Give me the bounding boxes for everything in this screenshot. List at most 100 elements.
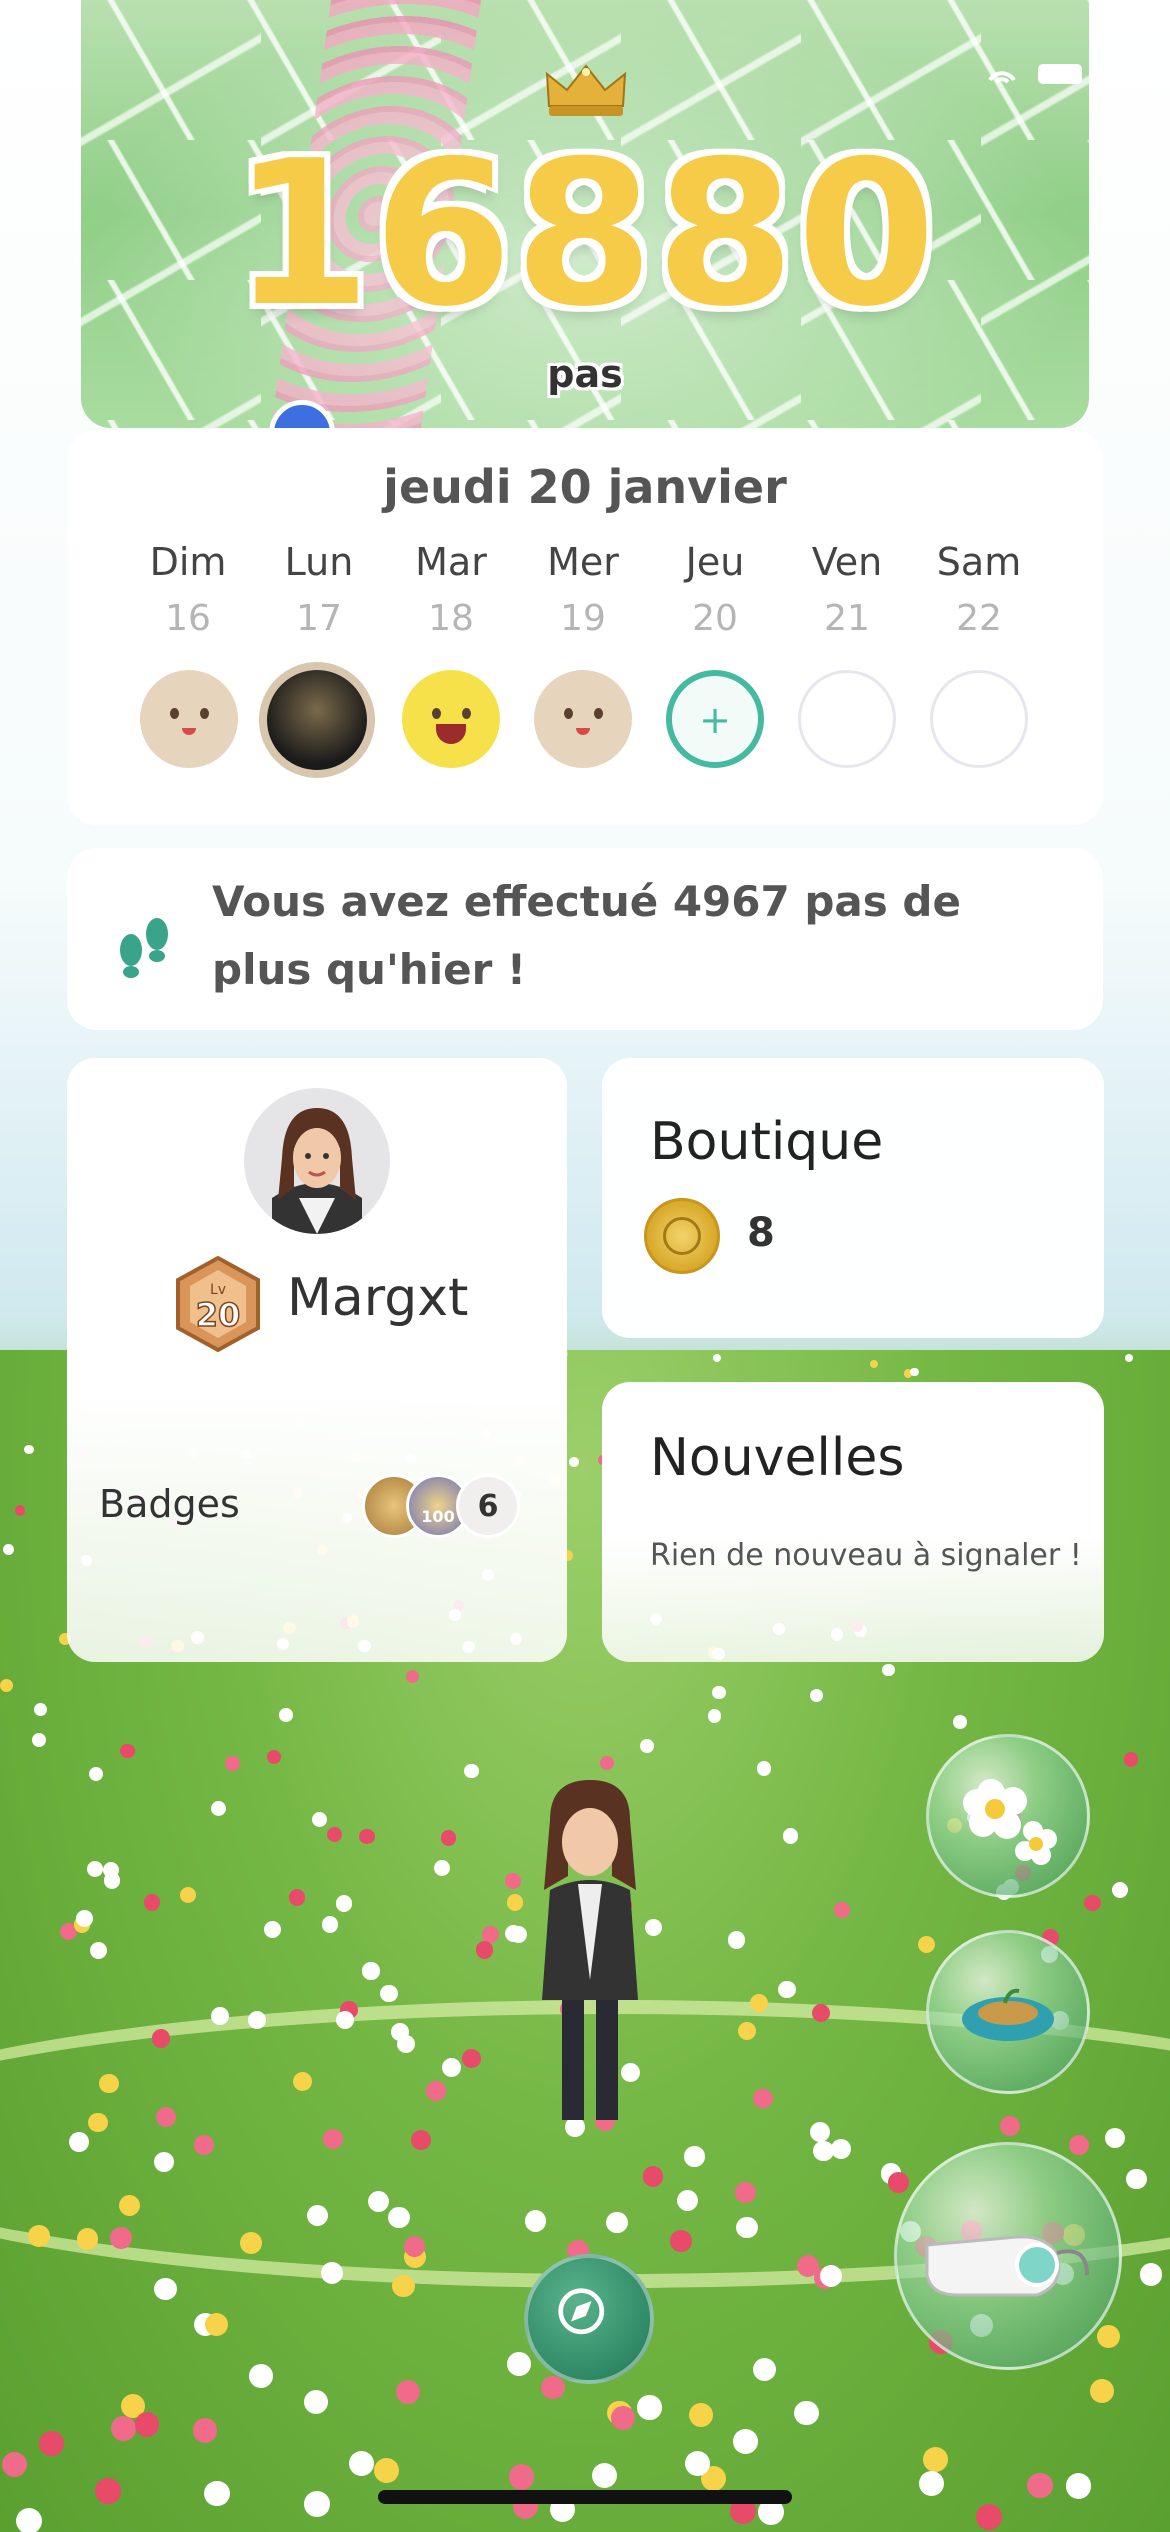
meadow-flower	[249, 2363, 273, 2388]
meadow-flower	[28, 2225, 51, 2247]
meadow-flower	[810, 1689, 824, 1703]
day-sat[interactable]: Sam 22	[924, 540, 1034, 639]
meadow-flower	[707, 1709, 722, 1723]
meadow-flower	[830, 2138, 851, 2159]
meadow-flower	[1123, 1752, 1139, 1767]
meadow-flower	[820, 2264, 843, 2288]
profile-card[interactable]: Lv 20 Margxt Badges 100 6	[67, 1058, 567, 1662]
meadow-flower	[441, 2057, 461, 2077]
day-photo-mon[interactable]	[259, 662, 375, 778]
day-mon[interactable]: Lun 17	[264, 540, 374, 639]
coin-icon	[644, 1198, 720, 1274]
meadow-flower	[321, 1915, 339, 1933]
pot-button[interactable]	[926, 1930, 1090, 2094]
whistle-icon	[925, 2235, 1089, 2297]
flowers-button[interactable]	[926, 1734, 1090, 1898]
meadow-flower	[180, 1886, 197, 1904]
meadow-flower	[388, 2207, 410, 2229]
meadow-flower	[204, 2480, 230, 2507]
meadow-flower	[910, 1367, 919, 1376]
meadow-flower	[712, 1686, 726, 1700]
meadow-flower	[1084, 1894, 1101, 1912]
meadow-flower	[753, 2088, 773, 2109]
meadow-flower	[811, 2003, 830, 2023]
meadow-flower	[684, 2146, 705, 2167]
player-character	[542, 1780, 638, 2120]
meadow-flower	[426, 2081, 446, 2101]
day-sun[interactable]: Dim 16	[133, 540, 243, 639]
meadow-flower	[210, 2007, 229, 2026]
meadow-flower	[264, 1920, 282, 1938]
meadow-flower	[33, 1702, 48, 1717]
meadow-flower	[88, 2112, 108, 2133]
day-tue[interactable]: Mar 18	[396, 540, 506, 639]
status-icons	[988, 64, 1082, 84]
meadow-flower	[86, 1860, 103, 1877]
shop-card[interactable]: Boutique 8	[602, 1058, 1104, 1338]
meadow-flower	[90, 1942, 108, 1960]
meadow-flower	[335, 2010, 354, 2029]
meadow-flower	[735, 2181, 756, 2203]
crown-icon	[545, 64, 627, 116]
day-empty-fri[interactable]	[798, 670, 896, 768]
meadow-flower	[68, 2131, 89, 2152]
meadow-flower	[266, 1750, 281, 1765]
meadow-flower	[76, 1910, 94, 1927]
avatar	[244, 1088, 390, 1234]
meadow-flower	[1125, 1354, 1134, 1363]
meadow-flower	[599, 1755, 614, 1771]
meadow-flower	[508, 2464, 534, 2490]
footprints-icon	[120, 918, 168, 978]
meadow-flower	[953, 1715, 967, 1729]
meadow-flower	[362, 1962, 380, 1980]
day-wed[interactable]: Mer 19	[528, 540, 638, 639]
meadow-flower	[610, 2405, 636, 2430]
compass-icon	[558, 2288, 605, 2335]
meadow-flower	[327, 1826, 343, 1842]
meadow-flower	[676, 2189, 698, 2211]
meadow-flower	[320, 2261, 344, 2284]
meadow-flower	[1112, 1881, 1129, 1899]
day-fri[interactable]: Ven 21	[792, 540, 902, 639]
meadow-flower	[3, 1543, 15, 1555]
meadow-flower	[461, 2049, 481, 2069]
meadow-flower	[88, 1766, 104, 1782]
meadow-flower	[783, 1828, 799, 1844]
meadow-flower	[637, 2395, 662, 2420]
news-card[interactable]: Nouvelles Rien de nouveau à signaler !	[602, 1382, 1104, 1662]
meadow-flower	[541, 2375, 566, 2400]
date-title: jeudi 20 janvier	[383, 460, 787, 514]
meadow-flower	[304, 2491, 331, 2517]
meadow-flower	[1027, 2473, 1053, 2499]
meadow-flower	[1065, 2473, 1092, 2499]
day-face-sun[interactable]	[140, 670, 238, 768]
meadow-flower	[192, 2417, 218, 2443]
meadow-flower	[367, 2190, 389, 2212]
day-add-thu[interactable]: +	[666, 670, 764, 768]
meadow-flower	[247, 2010, 266, 2029]
whistle-button[interactable]	[894, 2142, 1122, 2370]
meadow-flower	[410, 2129, 432, 2150]
meadow-flower	[76, 2228, 99, 2250]
day-face-tue[interactable]	[402, 670, 500, 768]
home-indicator[interactable]	[378, 2490, 792, 2504]
day-face-wed[interactable]	[534, 670, 632, 768]
badge-stack[interactable]: 100 6	[362, 1474, 532, 1544]
meadow-flower	[134, 2412, 160, 2437]
compass-button[interactable]	[524, 2254, 654, 2384]
meadow-flower	[794, 2400, 819, 2426]
meadow-flower	[335, 1895, 353, 1912]
meadow-flower	[591, 2463, 617, 2489]
meadow-flower	[154, 2277, 177, 2301]
meadow-flower	[151, 2029, 171, 2048]
meadow-flower	[289, 1889, 306, 1906]
day-thu[interactable]: Jeu 20	[660, 540, 770, 639]
meadow-flower	[923, 2447, 949, 2473]
meadow-flower	[102, 1861, 119, 1878]
step-comparison-banner: Vous avez effectué 4967 pas de plus qu'h…	[67, 848, 1103, 1030]
username: Margxt	[287, 1268, 469, 1328]
day-empty-sat[interactable]	[930, 670, 1028, 768]
meadow-flower	[869, 1359, 878, 1368]
meadow-flower	[1139, 2263, 1163, 2286]
meadow-flower	[752, 2357, 777, 2382]
